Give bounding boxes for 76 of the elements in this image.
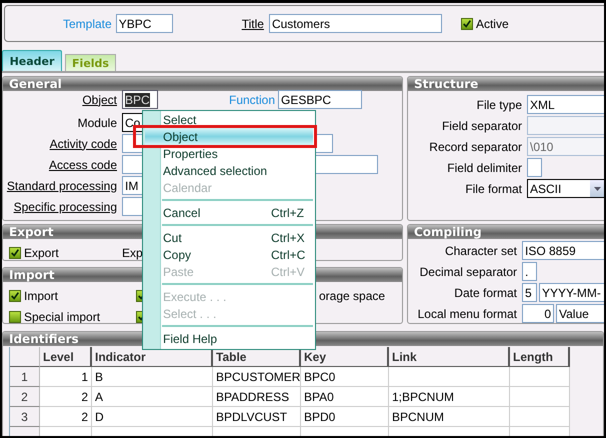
menu-item[interactable]: Field Help bbox=[143, 330, 313, 347]
column-header: Length bbox=[510, 347, 570, 368]
field-label: Field separator bbox=[440, 118, 522, 132]
menu-item[interactable]: Advanced selection bbox=[143, 162, 313, 179]
table-cell bbox=[510, 407, 570, 427]
checkbox-label: Export bbox=[24, 246, 59, 260]
field-label: Exp bbox=[122, 246, 143, 260]
menu-item[interactable]: Copy Ctrl+C bbox=[143, 246, 313, 263]
table-cell: BPA0 bbox=[301, 387, 389, 407]
checkbox[interactable] bbox=[9, 290, 21, 302]
table-cell bbox=[510, 367, 570, 387]
caret-icon bbox=[594, 186, 600, 190]
menu-item[interactable]: Cancel Ctrl+Z bbox=[143, 204, 313, 221]
checkbox[interactable] bbox=[460, 18, 473, 30]
section-header: General bbox=[3, 77, 402, 91]
text-field[interactable]: Value bbox=[556, 304, 604, 323]
field-label: File format bbox=[464, 182, 522, 196]
checkbox-label: Special import bbox=[24, 310, 100, 323]
row-number: 2 bbox=[10, 387, 40, 407]
menu-item[interactable]: Properties bbox=[143, 145, 313, 162]
table-cell: BPDLVCUST bbox=[213, 407, 301, 427]
row-number: 3 bbox=[10, 407, 40, 427]
field-label: Activity code bbox=[48, 136, 117, 150]
text-field[interactable]: . bbox=[522, 262, 537, 281]
field-label: Character set bbox=[444, 244, 517, 258]
text-field[interactable]: Customers bbox=[268, 14, 442, 33]
field-label: Specific processing bbox=[12, 200, 117, 214]
text-field[interactable]: 0 bbox=[522, 304, 554, 323]
field-label: Field delimiter bbox=[446, 160, 522, 174]
table-cell: D bbox=[92, 407, 213, 427]
table-cell bbox=[510, 387, 570, 407]
menu-item[interactable]: Object bbox=[145, 128, 313, 145]
text-field[interactable]: XML bbox=[527, 95, 604, 114]
table-cell: A bbox=[92, 387, 213, 407]
menu-item[interactable]: Select bbox=[143, 111, 313, 128]
column-header: Link bbox=[389, 347, 510, 368]
checkbox-label: Active bbox=[476, 16, 509, 30]
field-label: Access code bbox=[48, 158, 117, 172]
text-field[interactable]: GESBPC bbox=[278, 90, 362, 109]
text-field[interactable]: BPC bbox=[122, 90, 158, 109]
row-number: 1 bbox=[10, 367, 40, 387]
text-field[interactable]: YYYY-MM- bbox=[539, 283, 604, 302]
text-field[interactable]: 5 bbox=[522, 283, 537, 302]
checkbox[interactable] bbox=[9, 246, 21, 258]
dropdown-field[interactable]: ASCII bbox=[527, 179, 604, 198]
section-header: Structure bbox=[408, 77, 604, 91]
column-header: Key bbox=[301, 347, 389, 368]
field-label: Standard processing bbox=[6, 178, 117, 192]
table-cell: 2 bbox=[40, 407, 92, 427]
table-cell: BPADDRESS bbox=[213, 387, 301, 407]
section-header: Compiling bbox=[408, 225, 604, 239]
table-header bbox=[10, 347, 40, 368]
field-label: orage space bbox=[319, 288, 386, 302]
table-cell: BPCNUM bbox=[389, 407, 510, 427]
table-cell: BPC0 bbox=[301, 367, 389, 387]
column-header: Level bbox=[40, 347, 92, 368]
tab[interactable]: Header bbox=[2, 50, 62, 71]
text-field[interactable]: ISO 8859 bbox=[522, 241, 604, 260]
field-label: Local menu format bbox=[416, 306, 517, 320]
table-cell: 1;BPCNUM bbox=[389, 387, 510, 407]
field-label: Decimal separator bbox=[418, 264, 517, 278]
field-label: File type bbox=[476, 98, 522, 112]
table-cell: 1 bbox=[40, 367, 92, 387]
text-field[interactable] bbox=[527, 158, 542, 177]
table-cell: 2 bbox=[40, 387, 92, 407]
table-cell: B bbox=[92, 367, 213, 387]
field-label: Module bbox=[76, 116, 117, 130]
table-cell: BPD0 bbox=[301, 407, 389, 427]
text-field[interactable]: YBPC bbox=[116, 14, 173, 33]
field-label: Record separator bbox=[428, 140, 522, 154]
field-label: Object bbox=[81, 92, 117, 106]
checkbox[interactable] bbox=[9, 310, 21, 322]
checkbox-label: Import bbox=[24, 288, 58, 302]
table-cell: BPCUSTOMER bbox=[213, 367, 301, 387]
field-label: Title bbox=[242, 16, 264, 30]
field-label: Date format bbox=[453, 286, 517, 300]
